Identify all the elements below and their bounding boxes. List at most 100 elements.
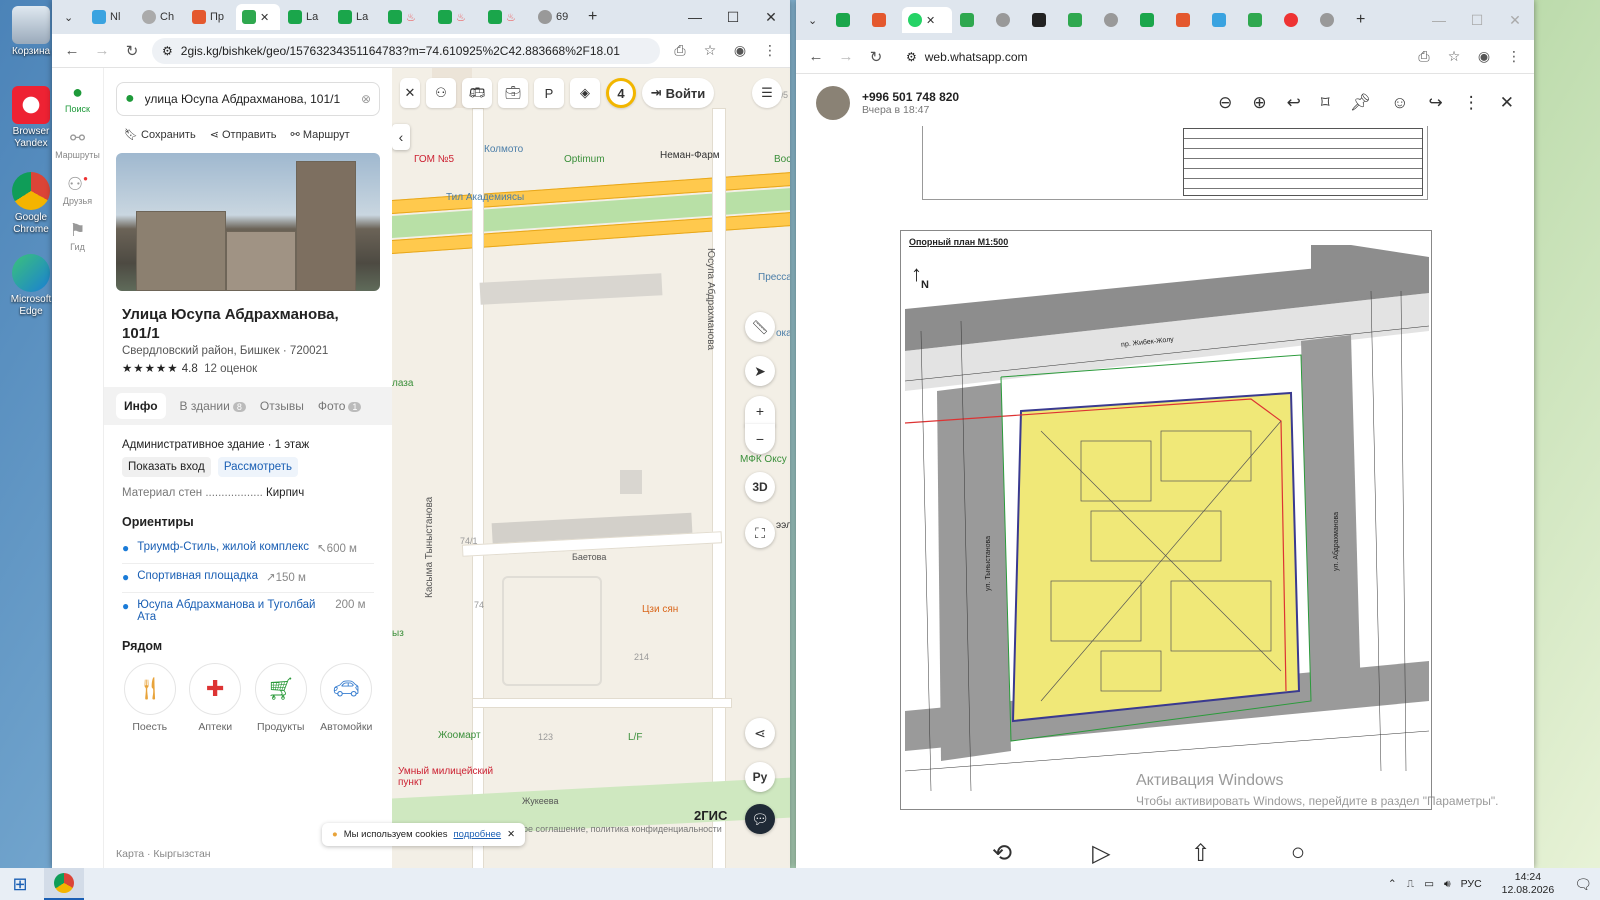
map-label[interactable]: Пресса [758,272,790,283]
browser-tab[interactable] [830,7,864,33]
reload-icon[interactable]: ↻ [866,48,886,66]
map-label[interactable]: Optimum [564,154,605,165]
cookie-details-link[interactable]: подробнее [453,829,501,840]
display-icon[interactable]: ▭ [1424,878,1434,890]
rotate-icon[interactable]: ⟲ [992,839,1012,868]
maximize-button[interactable]: ☐ [1458,12,1496,29]
pin-icon[interactable]: 📌︎ [1350,93,1372,113]
start-windows-icon[interactable]: ⊞ [8,874,32,895]
browser-tab[interactable] [990,7,1024,33]
tab-in-building[interactable]: В здании 8 [180,399,246,413]
browser-tab[interactable]: Ch [136,4,184,30]
profile-icon[interactable]: ◉ [730,42,750,59]
browser-tab[interactable] [1170,7,1204,33]
browser-tab[interactable] [1062,7,1096,33]
place-photo[interactable] [116,153,380,291]
landmark-item[interactable]: ● Юсупа Абдрахманова и Туголбай Ата 200 м [122,593,374,631]
map-label[interactable]: Умный милицейский пункт [398,766,518,788]
collapse-panel-button[interactable]: ‹ [392,124,410,150]
close-icon[interactable]: ✕ [260,11,269,24]
briefcase-icon[interactable]: 💼︎ [498,78,528,108]
desktop-icon-edge[interactable]: Microsoft Edge [8,254,54,318]
cookie-close-icon[interactable]: ✕ [507,829,515,840]
browser-tab-active[interactable]: ✕ [236,4,280,30]
menu-dots-icon[interactable]: ⋮ [1504,48,1524,65]
map-label[interactable]: Неман-Фарм [660,150,720,161]
forward-icon[interactable]: → [92,42,112,59]
new-tab-button[interactable]: + [582,4,608,30]
new-tab-button[interactable]: + [1350,7,1376,33]
map-label[interactable]: ээл [776,520,790,531]
share-icon[interactable]: ⋖ [745,718,775,748]
browser-tab[interactable]: La [332,4,380,30]
chat-icon[interactable]: 💬︎ [745,804,775,834]
volume-icon[interactable]: 🔊︎ [1444,878,1451,891]
parking-icon[interactable]: P [534,78,564,108]
zoom-in-button[interactable]: + [745,396,775,426]
browser-tab[interactable] [1098,7,1132,33]
rail-item-routes[interactable]: ⚯ Маршруты [52,128,103,160]
browser-tab[interactable] [1206,7,1240,33]
network-icon[interactable]: ⎍ [1407,878,1414,891]
show-entrance-button[interactable]: Показать вход [122,457,211,477]
site-plan-drawing[interactable]: Опорный план М1:500 ↑ N пр. Жибек-Жолу у… [900,230,1432,810]
emoji-icon[interactable]: ☺ [1391,93,1408,113]
map-label[interactable]: МФК Оксу [740,454,787,465]
tab-search-button[interactable]: ⌄ [58,4,84,30]
rail-item-guide[interactable]: ⚑ Гид [52,220,103,252]
map-label[interactable]: ыз [392,628,404,639]
reply-icon[interactable]: ↩ [1287,93,1301,113]
browser-tab[interactable]: Nl [86,4,134,30]
landmark-item[interactable]: ● Спортивная площадка ↗150 м [122,564,374,593]
browser-tab[interactable] [866,7,900,33]
map-view[interactable]: Колмото Optimum Неман-Фарм ГОМ №5 Тил Ак… [392,68,790,868]
close-window-button[interactable]: ✕ [1496,12,1534,29]
language-indicator[interactable]: РУС [1461,878,1482,890]
map-label[interactable]: ока [776,328,790,339]
search-box[interactable]: ● улица Юсупа Абдрахманова, 101/1 ⊗ [116,82,380,116]
category-food[interactable]: 🍴︎ Поесть [122,663,178,733]
zoom-out-icon[interactable]: ⊖ [1218,93,1232,113]
browser-tab[interactable] [954,7,988,33]
collapse-panel-close-icon[interactable]: ✕ [400,78,420,108]
desktop-icon-recycle-bin[interactable]: Корзина [8,6,54,58]
category-groceries[interactable]: 🛒︎ Продукты [253,663,309,733]
play-icon[interactable]: ▷ [1092,839,1110,868]
browser-tab-active[interactable]: ✕ [902,7,952,33]
desktop-icon-chrome[interactable]: Google Chrome [8,172,54,236]
menu-dots-icon[interactable]: ⋮ [760,42,780,59]
map-label[interactable]: Boc [774,154,790,165]
map-label[interactable]: лаза [392,378,413,389]
category-carwash[interactable]: 🚗︎ Автомойки [319,663,375,733]
reload-icon[interactable]: ↻ [122,42,142,60]
share-button[interactable]: ⋖ Отправить [210,128,277,141]
ruler-icon[interactable]: 📏︎ [745,312,775,342]
browser-tab[interactable] [1026,7,1060,33]
forward-icon[interactable]: ↪ [1429,93,1443,113]
menu-icon[interactable]: ☰ [752,78,782,108]
layers-icon[interactable]: ◈ [570,78,600,108]
profile-icon[interactable]: ◉ [1474,48,1494,65]
close-window-button[interactable]: ✕ [752,9,790,26]
url-field[interactable]: ⚙ web.whatsapp.com [896,43,1404,70]
notifications-icon[interactable]: 🗨︎ [1574,876,1592,893]
save-button[interactable]: 🔖︎ Сохранить [124,128,196,141]
browser-tab[interactable] [1242,7,1276,33]
place-rating[interactable]: ★★★★★ 4.8 12 оценок [104,357,392,375]
minimize-button[interactable]: — [1420,12,1458,29]
map-label[interactable]: Колмото [484,144,523,155]
browser-tab[interactable] [1278,7,1312,33]
search-input[interactable]: улица Юсупа Абдрахманова, 101/1 [145,92,351,106]
people-icon[interactable]: ⚇ [426,78,456,108]
bookmark-star-icon[interactable]: ☆ [1444,48,1464,65]
map-label[interactable]: ГОМ №5 [414,154,454,165]
locate-icon[interactable]: ➤ [745,356,775,386]
search-icon[interactable]: ○ [1291,839,1306,868]
map-label[interactable]: L/F [628,732,642,743]
browser-tab[interactable] [1134,7,1168,33]
browser-tab[interactable]: ♨ [432,4,480,30]
map-label[interactable]: Жоомарт [438,730,481,741]
rail-item-search[interactable]: ● Поиск [52,82,103,114]
back-icon[interactable]: ← [62,42,82,59]
desktop-icon-yandex[interactable]: Browser Yandex [8,86,54,150]
